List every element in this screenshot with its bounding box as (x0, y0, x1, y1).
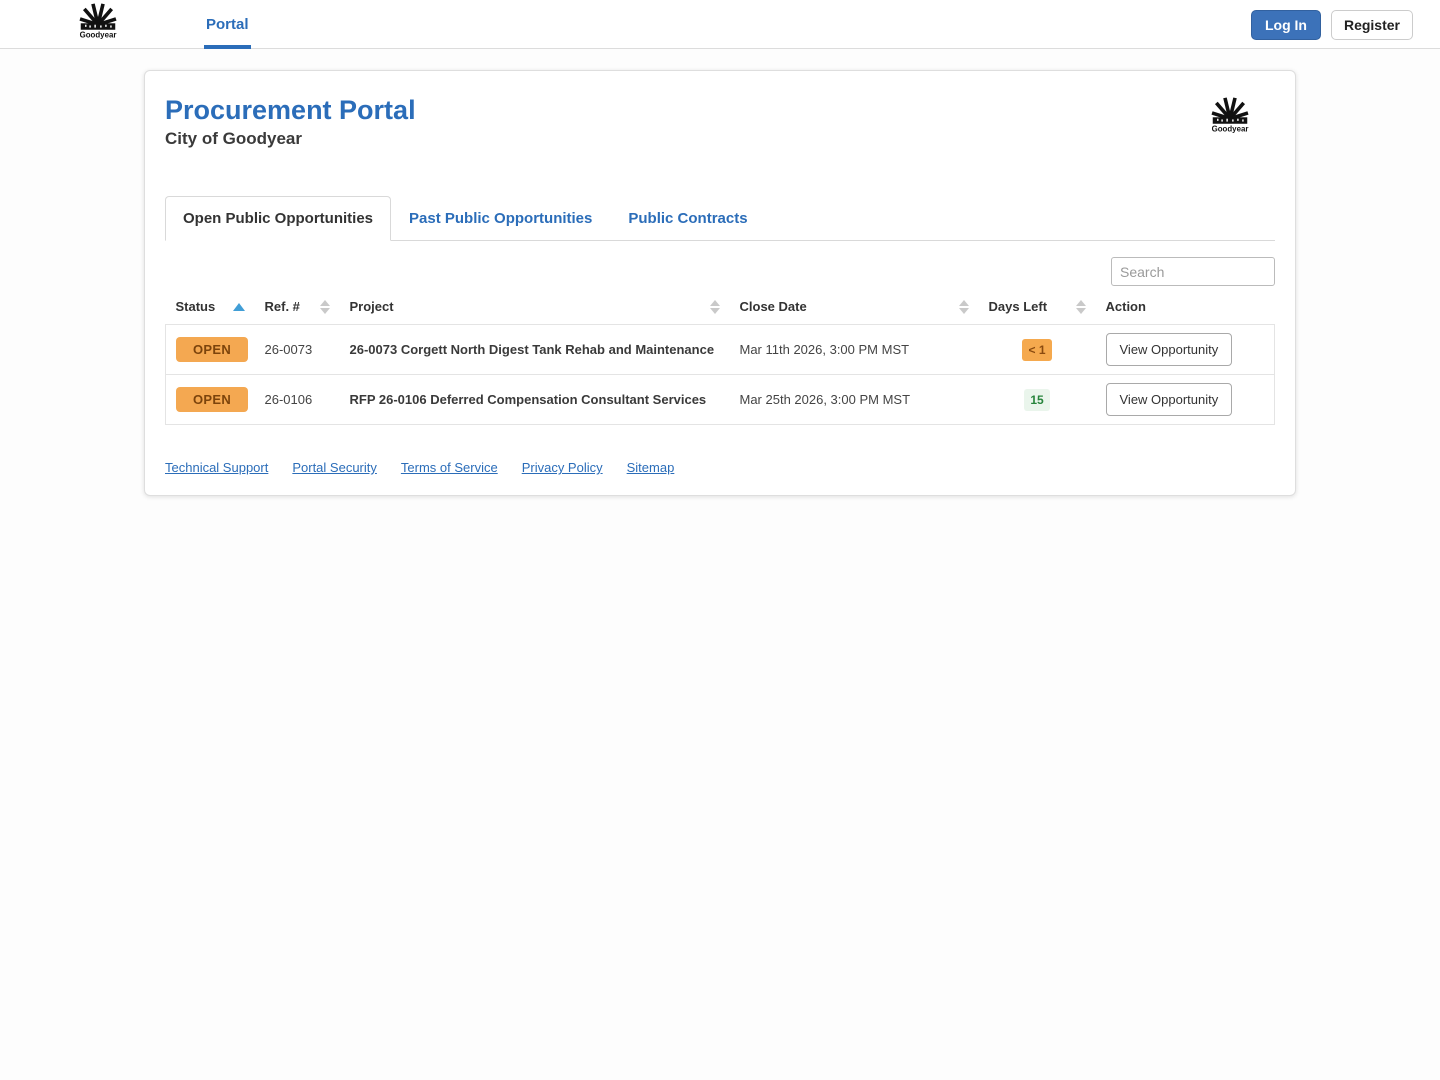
column-header-close-date-label: Close Date (739, 299, 807, 315)
page-subtitle: City of Goodyear (165, 129, 302, 149)
footer-link-portal-security[interactable]: Portal Security (292, 460, 377, 475)
sort-asc-icon[interactable] (232, 302, 245, 311)
opportunities-table: Status Ref. # Project Close Date Days Le… (165, 293, 1275, 426)
sort-both-icon[interactable] (319, 299, 330, 314)
navbar-auth-buttons: Log In Register (1250, 0, 1413, 49)
card-footer: Technical Support Portal Security Terms … (165, 460, 1275, 475)
tab-bar: Open Public Opportunities Past Public Op… (165, 196, 1275, 242)
sort-both-icon[interactable] (709, 299, 720, 314)
tab-public-contracts[interactable]: Public Contracts (610, 196, 765, 241)
svg-text:Goodyear: Goodyear (1212, 125, 1249, 134)
goodyear-logo-icon: Goodyear (1211, 97, 1249, 134)
project-name: RFP 26-0106 Deferred Compensation Consul… (339, 374, 730, 426)
page-title: Procurement Portal (165, 95, 416, 125)
sort-both-icon[interactable] (958, 299, 969, 314)
column-header-close-date[interactable]: Close Date (730, 293, 979, 325)
goodyear-logo-icon: Goodyear (79, 3, 117, 40)
tab-past-public-opportunities[interactable]: Past Public Opportunities (391, 196, 610, 241)
nav-portal-label[interactable]: Portal (206, 16, 249, 33)
column-header-days-left[interactable]: Days Left (979, 293, 1096, 325)
status-badge: OPEN (176, 337, 249, 363)
footer-link-terms-of-service[interactable]: Terms of Service (401, 460, 498, 475)
footer-link-technical-support[interactable]: Technical Support (165, 460, 268, 475)
ref-number: 26-0106 (254, 374, 340, 426)
view-opportunity-button[interactable]: View Opportunity (1105, 383, 1233, 417)
ref-number: 26-0073 (254, 324, 340, 375)
procurement-portal-card: Procurement Portal City of Goodyear Good… (144, 70, 1296, 497)
goodyear-logo-link[interactable]: Goodyear (75, 1, 121, 47)
column-header-days-left-label: Days Left (988, 299, 1048, 315)
column-header-ref[interactable]: Ref. # (255, 293, 340, 325)
days-left-badge: 15 (1024, 388, 1050, 411)
card-header: Procurement Portal City of Goodyear Good… (165, 95, 1275, 149)
close-date: Mar 11th 2026, 3:00 PM MST (729, 324, 979, 375)
search-row (165, 257, 1275, 287)
login-button[interactable]: Log In (1250, 9, 1321, 40)
register-button[interactable]: Register (1330, 9, 1413, 40)
column-header-status[interactable]: Status (166, 293, 255, 325)
active-nav-underline (204, 44, 251, 49)
nav-item-portal[interactable]: Portal (204, 0, 251, 49)
column-header-status-label: Status (175, 299, 216, 315)
table-row: OPEN 26-0106 RFP 26-0106 Deferred Compen… (165, 374, 1275, 426)
status-badge: OPEN (176, 387, 249, 413)
sort-both-icon[interactable] (1075, 299, 1086, 314)
days-left-badge: < 1 (1022, 338, 1052, 361)
close-date: Mar 25th 2026, 3:00 PM MST (729, 374, 979, 426)
tab-open-public-opportunities[interactable]: Open Public Opportunities (165, 196, 392, 242)
view-opportunity-button[interactable]: View Opportunity (1105, 333, 1233, 367)
search-input[interactable] (1111, 257, 1275, 287)
svg-text:Goodyear: Goodyear (80, 31, 117, 40)
column-header-project[interactable]: Project (340, 293, 730, 325)
column-header-action-label: Action (1105, 299, 1146, 315)
project-name: 26-0073 Corgett North Digest Tank Rehab … (339, 324, 730, 375)
table-row: OPEN 26-0073 26-0073 Corgett North Diges… (165, 324, 1275, 375)
footer-link-sitemap[interactable]: Sitemap (627, 460, 675, 475)
column-header-action: Action (1096, 293, 1275, 325)
column-header-project-label: Project (349, 299, 394, 315)
column-header-ref-label: Ref. # (264, 299, 300, 315)
footer-link-privacy-policy[interactable]: Privacy Policy (522, 460, 603, 475)
table-header-row: Status Ref. # Project Close Date Days Le… (166, 293, 1275, 325)
top-navbar: Goodyear Portal Log In Register (0, 0, 1440, 49)
